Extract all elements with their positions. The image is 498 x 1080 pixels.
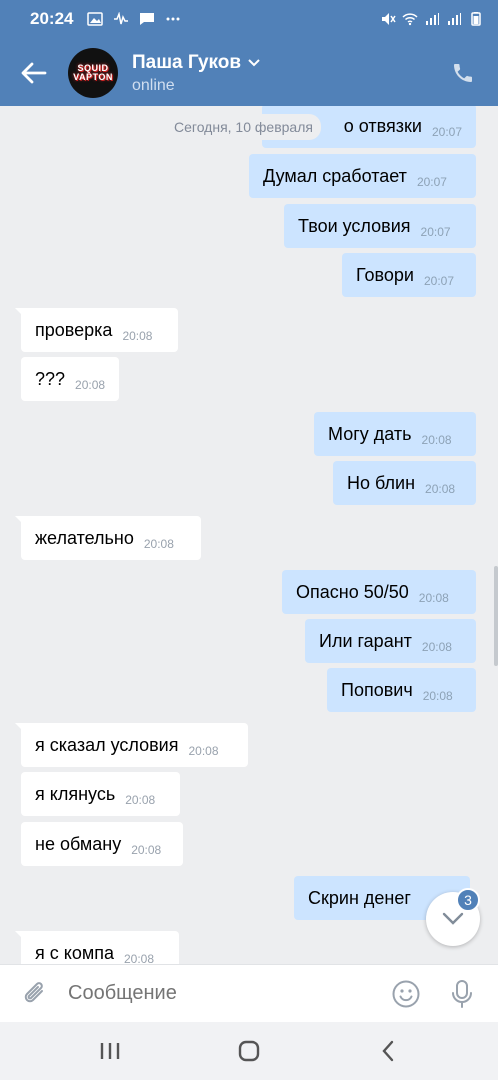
message-text: Скрин денег [308, 887, 411, 908]
audio-wave-icon [114, 12, 129, 25]
home-icon [238, 1040, 260, 1062]
message-bubble[interactable]: Попович 20:08 [327, 668, 476, 712]
chat-header: SQUID VAPTON Паша Гуков online [0, 40, 498, 106]
message-text: Могу дать [328, 423, 412, 444]
chevron-down-icon [442, 912, 464, 925]
signal-icon [448, 13, 461, 25]
message-text: не обману [35, 833, 122, 854]
system-nav-bar [0, 1022, 498, 1080]
message-bubble[interactable]: Но блин 20:08 [333, 461, 476, 505]
home-button[interactable] [219, 1026, 279, 1076]
unread-badge: 3 [456, 888, 480, 912]
avatar-logo: SQUID VAPTON [73, 63, 113, 82]
message-text: я сказал условия [35, 734, 179, 755]
message-time: 20:07 [420, 225, 451, 239]
message-bubble[interactable]: Твои условия 20:07 [284, 204, 476, 248]
call-button[interactable] [438, 48, 488, 98]
message-text: Попович [341, 679, 413, 700]
app-header: 20:24 SQUID VAPTON Паша Гуков online [0, 0, 498, 106]
message-bubble[interactable]: не обману 20:08 [21, 822, 183, 866]
message-text: Говори [356, 264, 414, 285]
scrollbar[interactable] [494, 566, 498, 666]
message-time: 20:08 [123, 952, 155, 964]
voice-message-button[interactable] [442, 974, 482, 1014]
message-text: Твои условия [298, 215, 411, 236]
message-time: 20:08 [122, 329, 153, 343]
peer-name: Паша Гуков [132, 51, 242, 73]
message-time: 20:08 [125, 793, 156, 807]
message-bubble[interactable]: Могу дать 20:08 [314, 412, 476, 456]
message-time: 20:08 [418, 591, 449, 605]
message-text: я с компа [35, 942, 114, 963]
message-bubble[interactable]: ??? 20:08 [21, 357, 119, 401]
battery-icon [471, 12, 481, 26]
wifi-icon [402, 13, 418, 26]
smile-icon [392, 980, 420, 1007]
message-text: Но блин [347, 472, 416, 493]
message-bubble[interactable]: проверка 20:08 [15, 308, 178, 352]
message-bubble[interactable]: я с компа 20:08 [15, 931, 179, 964]
message-bubble[interactable]: Говори 20:07 [342, 253, 476, 297]
message-bubble[interactable]: Или гарант 20:08 [305, 619, 476, 663]
mute-icon [382, 13, 396, 25]
recent-apps-button[interactable] [80, 1026, 140, 1076]
message-bubble[interactable]: Думал сработает 20:07 [249, 154, 476, 198]
signal-icon [426, 13, 439, 25]
message-input[interactable] [68, 982, 386, 1005]
message-time: 20:08 [143, 537, 174, 551]
message-text: Думал сработает [263, 165, 407, 186]
image-icon [87, 12, 104, 26]
phone-icon [454, 64, 472, 82]
message-time: 20:08 [188, 744, 219, 758]
emoji-button[interactable] [386, 974, 426, 1014]
composer [0, 964, 498, 1022]
message-time: 20:08 [131, 843, 162, 857]
avatar[interactable]: SQUID VAPTON [68, 48, 118, 98]
chevron-down-icon [248, 58, 260, 66]
message-time: 20:08 [422, 689, 453, 703]
peer-info[interactable]: Паша Гуков online [132, 52, 261, 95]
paperclip-icon [24, 981, 43, 1002]
back-chevron-icon [382, 1040, 394, 1062]
message-text: я клянусь [35, 783, 116, 804]
message-bubble[interactable]: желательно 20:08 [15, 516, 201, 560]
message-text: проверка [35, 319, 113, 340]
recent-apps-icon [100, 1043, 119, 1059]
back-button[interactable] [4, 43, 64, 103]
message-list[interactable]: о отвязки 20:07 Сегодня, 10 февраля Дума… [0, 106, 498, 964]
message-time: 20:07 [424, 274, 455, 288]
message-text: желательно [35, 527, 134, 548]
microphone-icon [452, 979, 472, 1008]
message-time: 20:07 [431, 125, 462, 139]
message-time: 20:08 [421, 640, 452, 654]
chat-icon [140, 13, 155, 25]
status-bar: 20:24 [0, 0, 498, 38]
date-separator: Сегодня, 10 февраля [166, 114, 321, 140]
back-nav-button[interactable] [358, 1026, 418, 1076]
message-time: 20:08 [75, 378, 106, 392]
message-text: Опасно 50/50 [296, 581, 409, 602]
message-text: Или гарант [319, 630, 412, 651]
peer-status: online [132, 76, 175, 94]
message-bubble[interactable]: я сказал условия 20:08 [15, 723, 248, 767]
arrow-left-icon [21, 62, 47, 84]
status-time: 20:24 [30, 9, 74, 28]
message-text: ??? [35, 368, 66, 389]
message-text: о отвязки [343, 115, 422, 136]
message-bubble[interactable]: Опасно 50/50 20:08 [282, 570, 476, 614]
more-dots-icon [166, 17, 180, 21]
message-time: 20:08 [421, 433, 452, 447]
attach-button[interactable] [18, 976, 54, 1012]
message-bubble[interactable]: я клянусь 20:08 [21, 772, 180, 816]
message-time: 20:08 [425, 482, 456, 496]
message-time: 20:07 [416, 175, 447, 189]
